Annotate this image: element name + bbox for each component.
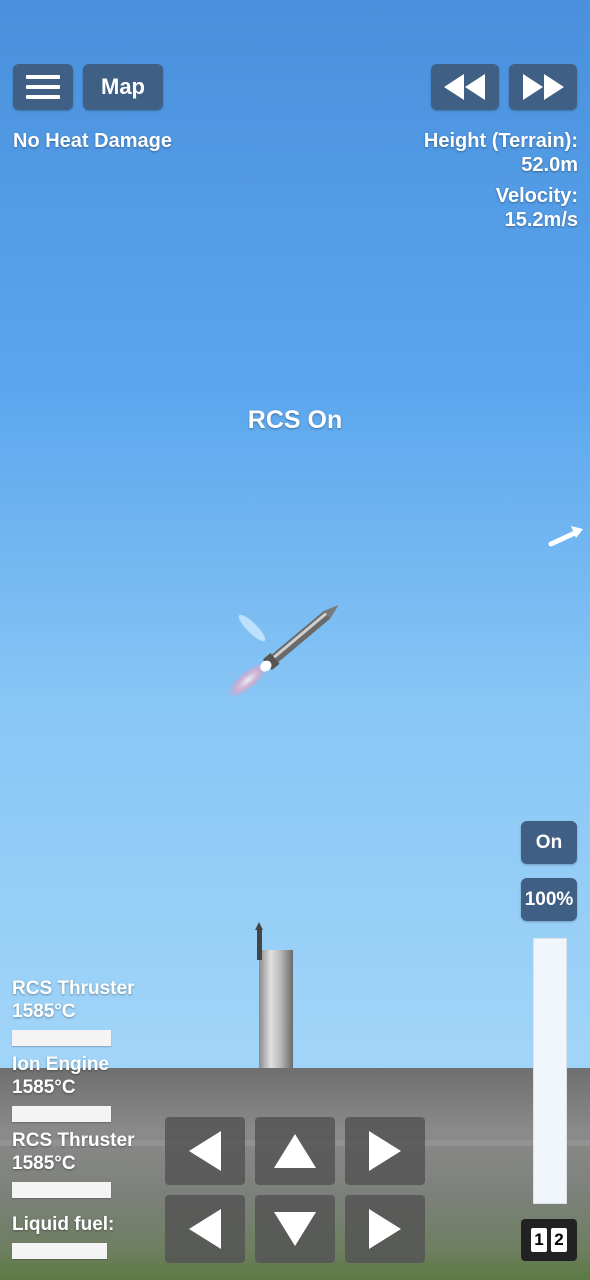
throttle-percent-button[interactable]: 100% — [521, 878, 577, 921]
part-name-4: Liquid fuel: — [12, 1214, 115, 1235]
part-temp-1: 1585°C — [12, 1001, 76, 1022]
part-name-3: RCS Thruster — [12, 1130, 135, 1151]
throttle-slider[interactable] — [533, 938, 567, 1204]
stage-indicator[interactable]: 1 2 — [521, 1219, 577, 1261]
map-button[interactable]: Map — [83, 64, 163, 110]
pitch-up-icon — [274, 1134, 316, 1168]
prograde-arrow-icon — [548, 526, 583, 547]
part-temp-3: 1585°C — [12, 1153, 76, 1174]
velocity-label: Velocity: — [495, 185, 578, 207]
part-name-1: RCS Thruster — [12, 978, 135, 999]
part-temp-2: 1585°C — [12, 1077, 76, 1098]
translate-left-icon — [189, 1209, 221, 1249]
pitch-up-button[interactable] — [255, 1117, 335, 1185]
translate-left-button[interactable] — [165, 1195, 245, 1263]
height-label: Height (Terrain): — [423, 130, 578, 152]
rcs-notification: RCS On — [247, 406, 343, 434]
velocity-value: 15.2m/s — [504, 209, 578, 231]
rewind-icon — [444, 74, 485, 100]
fast-forward-icon — [523, 74, 564, 100]
rewind-button[interactable] — [431, 64, 499, 110]
fast-forward-button[interactable] — [509, 64, 577, 110]
heat-bar-2 — [12, 1106, 111, 1122]
translate-right-button[interactable] — [345, 1195, 425, 1263]
rotate-left-icon — [189, 1131, 221, 1171]
height-value: 52.0m — [521, 154, 578, 176]
heat-damage-status: No Heat Damage — [13, 130, 172, 152]
heat-bar-1 — [12, 1030, 111, 1046]
menu-button[interactable] — [13, 64, 73, 110]
launch-clamp — [255, 922, 263, 960]
heat-bar-3 — [12, 1182, 111, 1198]
pitch-down-button[interactable] — [255, 1195, 335, 1263]
stage-label-2: 2 — [551, 1228, 567, 1252]
rocket — [227, 605, 339, 699]
part-name-2: Ion Engine — [12, 1054, 110, 1075]
rotate-left-button[interactable] — [165, 1117, 245, 1185]
rotate-right-icon — [369, 1131, 401, 1171]
stage-label-1: 1 — [531, 1228, 547, 1252]
hamburger-icon — [26, 75, 60, 99]
fuel-bar — [12, 1243, 107, 1259]
rotate-right-button[interactable] — [345, 1117, 425, 1185]
translate-right-icon — [369, 1209, 401, 1249]
engine-toggle-button[interactable]: On — [521, 821, 577, 864]
launch-tower — [259, 950, 293, 1068]
pitch-down-icon — [274, 1212, 316, 1246]
